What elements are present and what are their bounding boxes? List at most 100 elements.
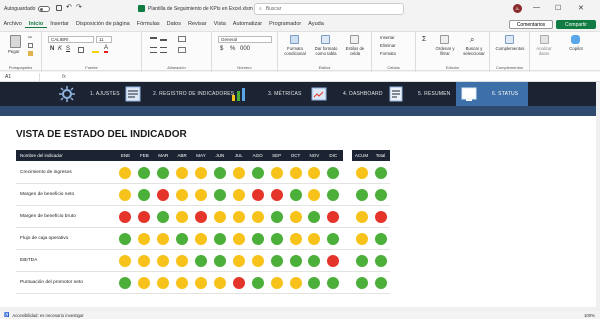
copy-icon[interactable] [28, 43, 33, 48]
font-name-select[interactable]: CALIBRI [48, 36, 94, 43]
addins-button[interactable]: Complementos [492, 46, 528, 51]
title-bar: Autoguardado ↶ ↷ Plantilla de Seguimient… [0, 0, 600, 18]
tab-programador[interactable]: Programador [266, 21, 305, 27]
autosave-toggle[interactable] [38, 6, 51, 12]
indicator-name: Margen de beneficio bruto [20, 214, 76, 219]
cell-styles-icon[interactable] [350, 35, 359, 44]
copilot-button[interactable]: Copilot [562, 46, 590, 51]
conditional-format-button[interactable]: Formato condicional [282, 46, 308, 56]
tab-automatizar[interactable]: Automatizar [229, 21, 265, 27]
wrap-text-icon[interactable] [178, 36, 186, 42]
vertical-scrollbar[interactable] [596, 82, 600, 307]
fx-icon[interactable]: fx [62, 73, 66, 81]
status-dot [289, 233, 302, 245]
minimize-icon[interactable]: — [533, 4, 540, 11]
indicator-name: Flujo de caja operativo [20, 236, 69, 241]
status-icon[interactable] [460, 85, 478, 103]
nav-dashboard[interactable]: 4. DASHBOARD [343, 82, 383, 106]
tab-datos[interactable]: Datos [163, 21, 184, 27]
avatar[interactable]: JL [513, 4, 522, 13]
format-table-button[interactable]: Dar formato como tabla [312, 46, 340, 56]
status-dot [251, 255, 264, 267]
paste-icon[interactable] [10, 35, 21, 48]
conditional-format-icon[interactable] [290, 35, 299, 44]
sort-filter-button[interactable]: Ordenar y filtrar [432, 46, 458, 56]
save-icon[interactable] [56, 5, 62, 11]
sort-filter-icon[interactable] [440, 35, 449, 44]
tab-revisar[interactable]: Revisar [185, 21, 211, 27]
nav-ajustes[interactable]: 1. AJUSTES [90, 82, 120, 106]
tab-insertar[interactable]: Insertar [47, 21, 73, 27]
bold-icon[interactable]: N [50, 46, 54, 52]
font-color-icon[interactable]: A [104, 45, 109, 53]
styles-group: Formato condicional Dar formato como tab… [278, 32, 372, 72]
accessibility-icon[interactable]: ♿ [4, 312, 9, 318]
settings-icon[interactable] [58, 85, 76, 103]
delete-cells-button[interactable]: Eliminar [380, 43, 396, 48]
summary-icon[interactable] [387, 85, 405, 103]
undo-icon[interactable]: ↶ [66, 3, 72, 11]
tab-archivo[interactable]: Archivo [0, 21, 25, 27]
dashboard-icon[interactable] [310, 85, 328, 103]
currency-icon[interactable]: $ [220, 46, 223, 52]
zoom-level[interactable]: 100% [584, 313, 595, 318]
header-name: Nombre del indicador [20, 153, 63, 158]
underline-icon[interactable]: S [66, 46, 70, 52]
format-table-icon[interactable] [321, 35, 330, 44]
paste-button[interactable]: Pegar [8, 49, 19, 54]
borders-icon[interactable] [78, 47, 84, 53]
close-icon[interactable]: ✕ [578, 4, 584, 12]
analyze-data-button[interactable]: Analizar datos [532, 46, 556, 56]
tab-inicio[interactable]: Inicio [25, 21, 47, 28]
italic-icon[interactable]: K [58, 46, 62, 52]
fill-color-icon[interactable] [92, 47, 99, 53]
cell-styles-button[interactable]: Estilos de celda [342, 46, 368, 56]
font-size-select[interactable]: 11 [96, 36, 112, 43]
format-cells-button[interactable]: Formato [380, 51, 396, 56]
format-painter-icon[interactable] [28, 51, 33, 56]
cut-icon[interactable]: ✂ [28, 35, 32, 41]
cells-label: Celdas [387, 65, 400, 70]
addins-icon[interactable] [505, 35, 514, 44]
nav-metricas[interactable]: 3. MÉTRICAS [268, 82, 302, 106]
ribbon: Pegar ✂ Portapapeles CALIBRI 11 N K S A … [0, 31, 600, 72]
analyze-data-icon[interactable] [540, 35, 549, 44]
worksheet[interactable]: 1. AJUSTES 2. REGISTRO DE INDICADORES 3.… [0, 82, 596, 307]
thousands-icon[interactable]: 000 [240, 46, 250, 52]
align-middle-icon[interactable] [160, 37, 167, 41]
find-select-button[interactable]: Buscar y seleccionar [460, 46, 488, 56]
nav-registro[interactable]: 2. REGISTRO DE INDICADORES [153, 82, 234, 106]
share-button[interactable]: Compartir [556, 20, 596, 29]
status-dot [195, 189, 208, 201]
number-format-select[interactable]: General [218, 36, 272, 43]
status-dot [289, 167, 302, 179]
tab-vista[interactable]: Vista [210, 21, 229, 27]
merge-icon[interactable] [178, 47, 186, 53]
header-total: Total [375, 153, 386, 158]
autosum-icon[interactable]: Σ [422, 36, 426, 43]
search-input[interactable]: ⌕ Buscar [254, 3, 404, 15]
cells-group: Insertar Eliminar Formato Celdas [372, 32, 416, 72]
register-icon[interactable] [124, 85, 142, 103]
search-placeholder: Buscar [265, 6, 282, 12]
percent-icon[interactable]: % [230, 46, 235, 52]
comments-button[interactable]: Comentarios [509, 20, 553, 29]
accessibility-status[interactable]: Accesibilidad: es necesario investigar [12, 313, 83, 318]
align-top-icon[interactable] [150, 37, 157, 41]
name-box[interactable]: A1 [2, 73, 40, 81]
insert-cells-button[interactable]: Insertar [380, 35, 395, 40]
status-dot [270, 255, 283, 267]
nav-resumen[interactable]: 5. RESUMEN [418, 82, 451, 106]
maximize-icon[interactable]: ☐ [555, 4, 561, 12]
tab-formulas[interactable]: Fórmulas [133, 21, 163, 27]
metrics-icon[interactable] [230, 85, 248, 103]
align-center-icon[interactable] [160, 47, 167, 53]
redo-icon[interactable]: ↷ [76, 3, 82, 11]
tab-ayuda[interactable]: Ayuda [305, 21, 328, 27]
tab-disposicion[interactable]: Disposición de página [72, 21, 133, 27]
status-dot [289, 211, 302, 223]
copilot-icon[interactable] [571, 35, 580, 44]
find-icon[interactable]: ⌕ [470, 35, 474, 45]
autosave-control[interactable]: Autoguardado [4, 6, 51, 12]
align-left-icon[interactable] [150, 47, 157, 53]
